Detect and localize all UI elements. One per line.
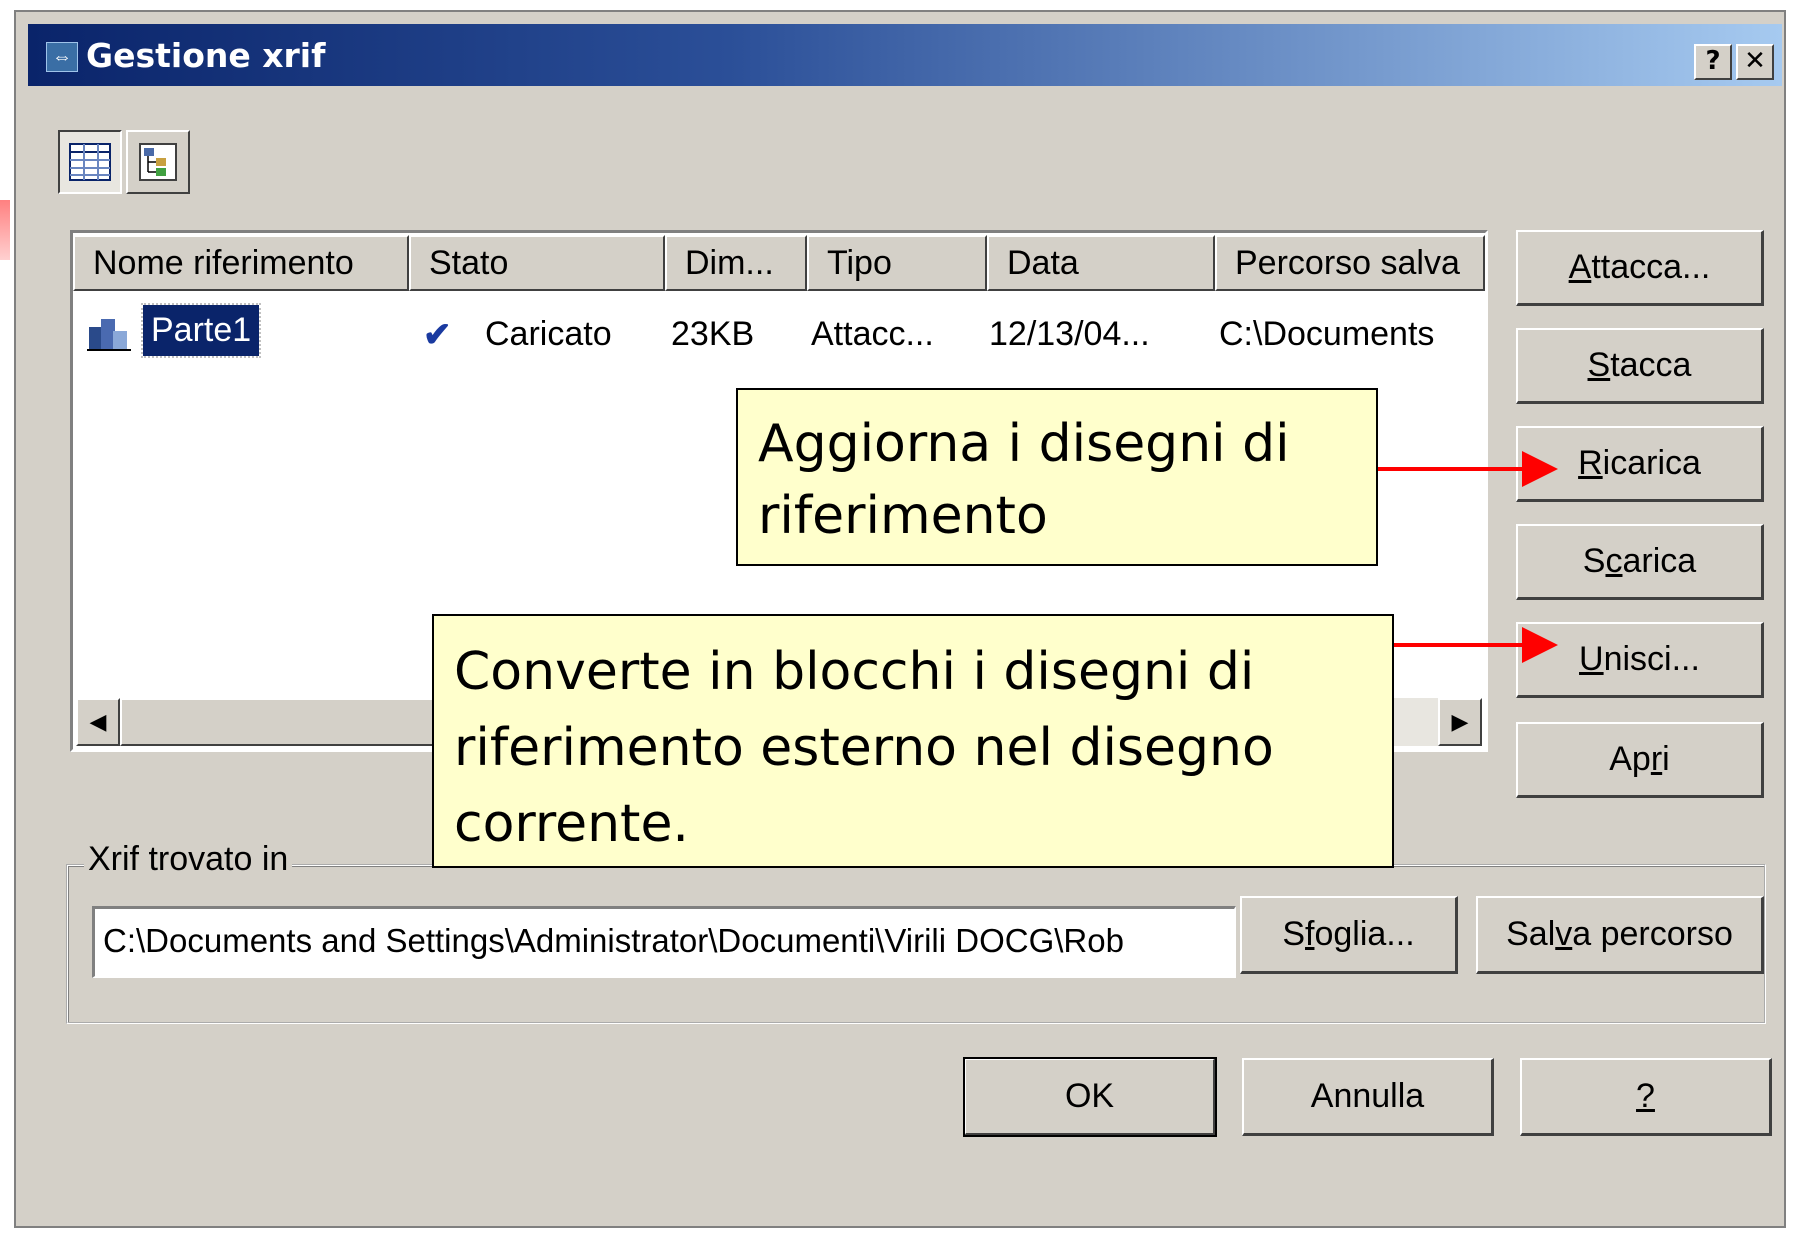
open-label-prefix: Ap [1609, 740, 1651, 778]
save-path-button[interactable]: Salva percorso [1476, 896, 1764, 974]
xref-app-icon: ⇔ [46, 42, 78, 72]
loaded-check-icon: ✔ [423, 316, 452, 354]
bind-arrow-head [1522, 627, 1558, 663]
bind-mnemonic: U [1579, 640, 1604, 678]
attach-mnemonic: A [1568, 248, 1592, 286]
help-button[interactable]: ? [1520, 1058, 1772, 1136]
open-label: i [1662, 740, 1670, 778]
reload-arrow-head [1522, 451, 1558, 487]
save-path-mnemonic: v [1555, 915, 1573, 953]
column-header-status[interactable]: Stato [409, 235, 665, 291]
scroll-right-button[interactable]: ▶ [1438, 698, 1482, 746]
reload-label: icarica [1602, 444, 1701, 482]
save-path-label-prefix: Sal [1506, 915, 1556, 953]
reference-status: Caricato [485, 315, 612, 353]
reload-mnemonic: R [1578, 444, 1603, 482]
detach-label: tacca [1610, 346, 1692, 384]
slide-edge-mark [0, 200, 10, 260]
column-header-name[interactable]: Nome riferimento [73, 235, 409, 291]
attach-label: ttacca... [1591, 248, 1711, 286]
reference-size: 23KB [671, 315, 755, 353]
reload-arrow-line [1378, 467, 1526, 471]
browse-label: oglia... [1314, 915, 1415, 953]
xref-path-field[interactable]: C:\Documents and Settings\Administrator\… [92, 906, 1236, 978]
save-path-label: a percorso [1572, 915, 1733, 953]
browse-label-prefix: S [1282, 915, 1306, 953]
browse-button[interactable]: Sfoglia... [1240, 896, 1458, 974]
unload-label: arica [1622, 542, 1697, 580]
list-view-icon [69, 143, 111, 181]
column-header-type[interactable]: Tipo [807, 235, 987, 291]
list-view-button[interactable] [58, 130, 122, 194]
open-mnemonic: r [1650, 740, 1663, 778]
scroll-left-button[interactable]: ◀ [76, 698, 120, 746]
drawing-reference-icon [87, 319, 131, 351]
bind-arrow-line [1394, 643, 1526, 647]
unload-button[interactable]: Scarica [1516, 524, 1764, 600]
detach-button[interactable]: Stacca [1516, 328, 1764, 404]
reference-name[interactable]: Parte1 [140, 303, 262, 358]
window-title: Gestione xrif [86, 36, 326, 75]
cancel-button[interactable]: Annulla [1242, 1058, 1494, 1136]
help-title-button[interactable]: ? [1694, 44, 1732, 80]
ok-button[interactable]: OK [963, 1057, 1217, 1137]
detach-mnemonic: S [1587, 346, 1611, 384]
reference-date: 12/13/04... [989, 315, 1150, 353]
column-header-date[interactable]: Data [987, 235, 1215, 291]
xref-found-in-label: Xrif trovato in [84, 840, 293, 879]
column-header-size[interactable]: Dim... [665, 235, 807, 291]
title-bar[interactable]: ⇔ Gestione xrif ? ✕ [28, 24, 1782, 86]
unload-label-prefix: S [1582, 542, 1606, 580]
reference-type: Attacc... [811, 315, 934, 353]
column-header-saved-path[interactable]: Percorso salva [1215, 235, 1485, 291]
bind-label: nisci... [1603, 640, 1700, 678]
tree-view-icon [139, 143, 177, 181]
reload-callout: Aggiorna i disegni di riferimento [736, 388, 1378, 566]
open-button[interactable]: Apri [1516, 722, 1764, 798]
help-label: ? [1636, 1077, 1655, 1115]
unload-mnemonic: c [1605, 542, 1623, 580]
bind-callout: Converte in blocchi i disegni di riferim… [432, 614, 1394, 868]
attach-button[interactable]: Attacca... [1516, 230, 1764, 306]
tree-view-button[interactable] [126, 130, 190, 194]
reference-path: C:\Documents [1219, 315, 1435, 353]
close-button[interactable]: ✕ [1736, 44, 1774, 80]
